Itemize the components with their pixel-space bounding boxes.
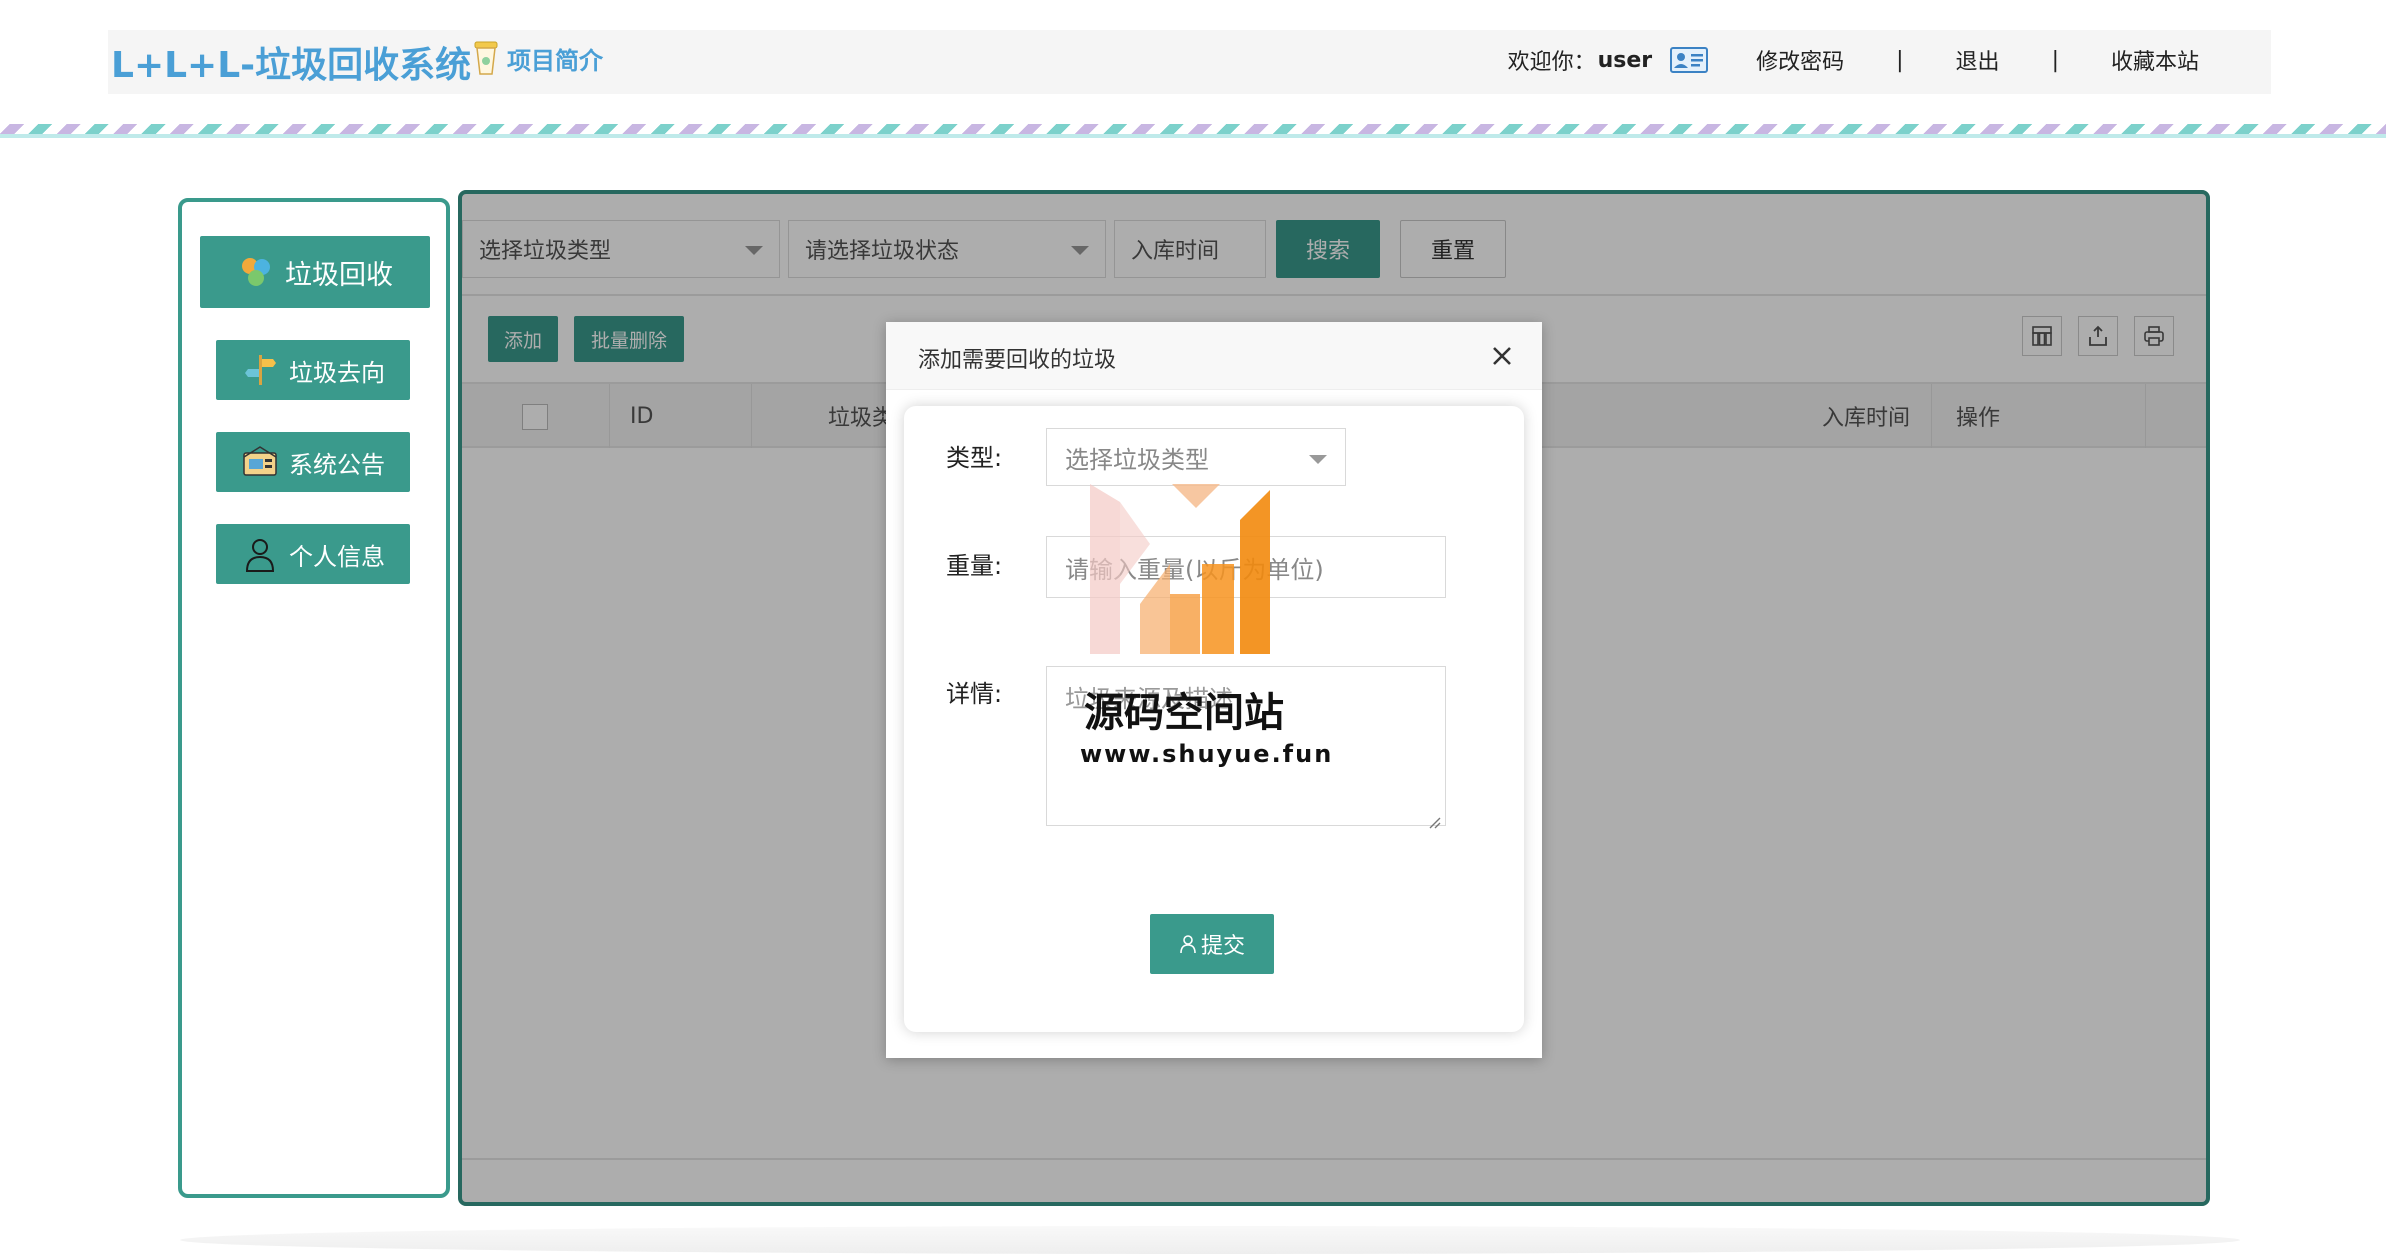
type-select-value: 选择垃圾类型 xyxy=(1065,445,1209,474)
change-password-link[interactable]: 修改密码 xyxy=(1756,44,1844,76)
weight-label: 重量: xyxy=(946,552,1003,580)
page-bottom-shadow xyxy=(180,1226,2240,1254)
recycle-icon xyxy=(237,253,275,291)
project-intro-link[interactable]: 项目简介 xyxy=(473,40,603,76)
nav-separator: | xyxy=(2051,47,2059,73)
username: user xyxy=(1597,47,1653,73)
user-icon xyxy=(241,535,279,573)
chevron-down-icon xyxy=(1309,455,1327,464)
detail-label: 详情: xyxy=(946,680,1003,708)
top-header: L+L+L-垃圾回收系统 项目简介 欢迎你： user 修改密码 | 退出 | … xyxy=(108,30,2271,94)
decorative-stripe xyxy=(0,124,2386,138)
id-card-icon xyxy=(1670,47,1709,73)
type-select[interactable]: 选择垃圾类型 xyxy=(1046,428,1346,486)
submit-button[interactable]: 提交 xyxy=(1150,914,1274,974)
welcome-text: 欢迎你： xyxy=(1507,50,1596,75)
signpost-icon xyxy=(241,351,279,389)
sidebar-item-profile[interactable]: 个人信息 xyxy=(216,524,410,584)
logout-link[interactable]: 退出 xyxy=(1956,44,2000,76)
brand-title: L+L+L-垃圾回收系统 xyxy=(111,45,472,86)
announcement-icon xyxy=(241,443,279,481)
sidebar: 垃圾回收 垃圾去向 系统公告 个人信息 xyxy=(178,198,450,1198)
sidebar-item-label: 系统公告 xyxy=(289,450,385,479)
watermark-logo-icon xyxy=(1090,484,1290,654)
close-icon[interactable] xyxy=(1486,340,1518,372)
sidebar-item-recycle[interactable]: 垃圾回收 xyxy=(200,236,430,308)
cup-icon xyxy=(473,40,499,76)
nav-separator: | xyxy=(1896,47,1904,73)
dialog-title: 添加需要回收的垃圾 xyxy=(918,348,1117,373)
bookmark-link[interactable]: 收藏本站 xyxy=(2111,44,2199,76)
top-nav: 欢迎你： user 修改密码 | 退出 | 收藏本站 xyxy=(1508,44,2199,76)
user-icon xyxy=(1179,934,1197,954)
project-intro-label: 项目简介 xyxy=(507,46,603,75)
dialog-header: 添加需要回收的垃圾 xyxy=(886,322,1542,390)
sidebar-item-destination[interactable]: 垃圾去向 xyxy=(216,340,410,400)
watermark-name: 源码空间站 xyxy=(1084,690,1284,736)
watermark-url: www.shuyue.fun xyxy=(1080,740,1334,768)
type-label: 类型: xyxy=(946,444,1003,472)
resize-handle-icon[interactable] xyxy=(1427,807,1441,829)
sidebar-item-label: 个人信息 xyxy=(289,542,385,571)
submit-label: 提交 xyxy=(1200,934,1245,959)
sidebar-item-label: 垃圾去向 xyxy=(289,358,385,387)
sidebar-item-announcement[interactable]: 系统公告 xyxy=(216,432,410,492)
sidebar-item-label: 垃圾回收 xyxy=(285,259,393,291)
